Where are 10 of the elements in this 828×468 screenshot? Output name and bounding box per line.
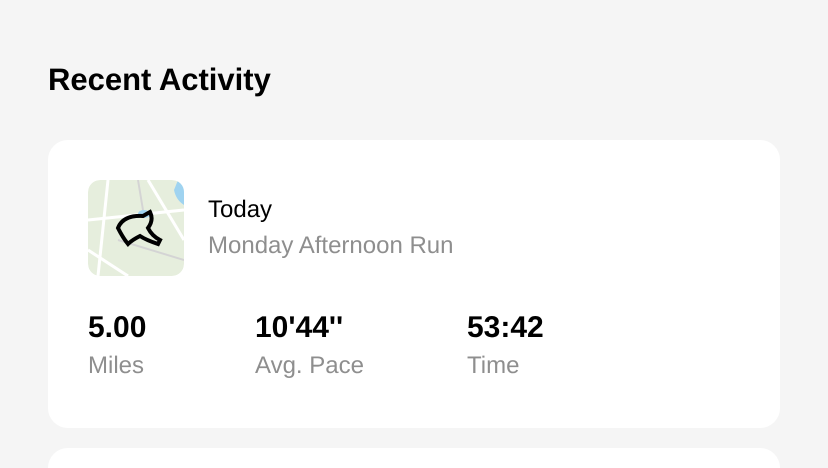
stat-value: 5.00 — [88, 310, 148, 346]
activity-name: Monday Afternoon Run — [208, 231, 454, 261]
activity-date: Today — [208, 195, 274, 225]
stat-label: Avg. Pace — [255, 351, 365, 381]
stat-label: Miles — [88, 351, 146, 381]
stat-value: 53:42 — [467, 310, 545, 346]
stat-value: 10'44'' — [255, 310, 344, 346]
stat-label: Time — [467, 351, 520, 381]
activity-card[interactable]: Today Monday Afternoon Run 5.00 Miles 10'44'' Avg. Pace 53:42 Time — [48, 140, 780, 428]
section-title: Recent Activity — [48, 61, 272, 99]
